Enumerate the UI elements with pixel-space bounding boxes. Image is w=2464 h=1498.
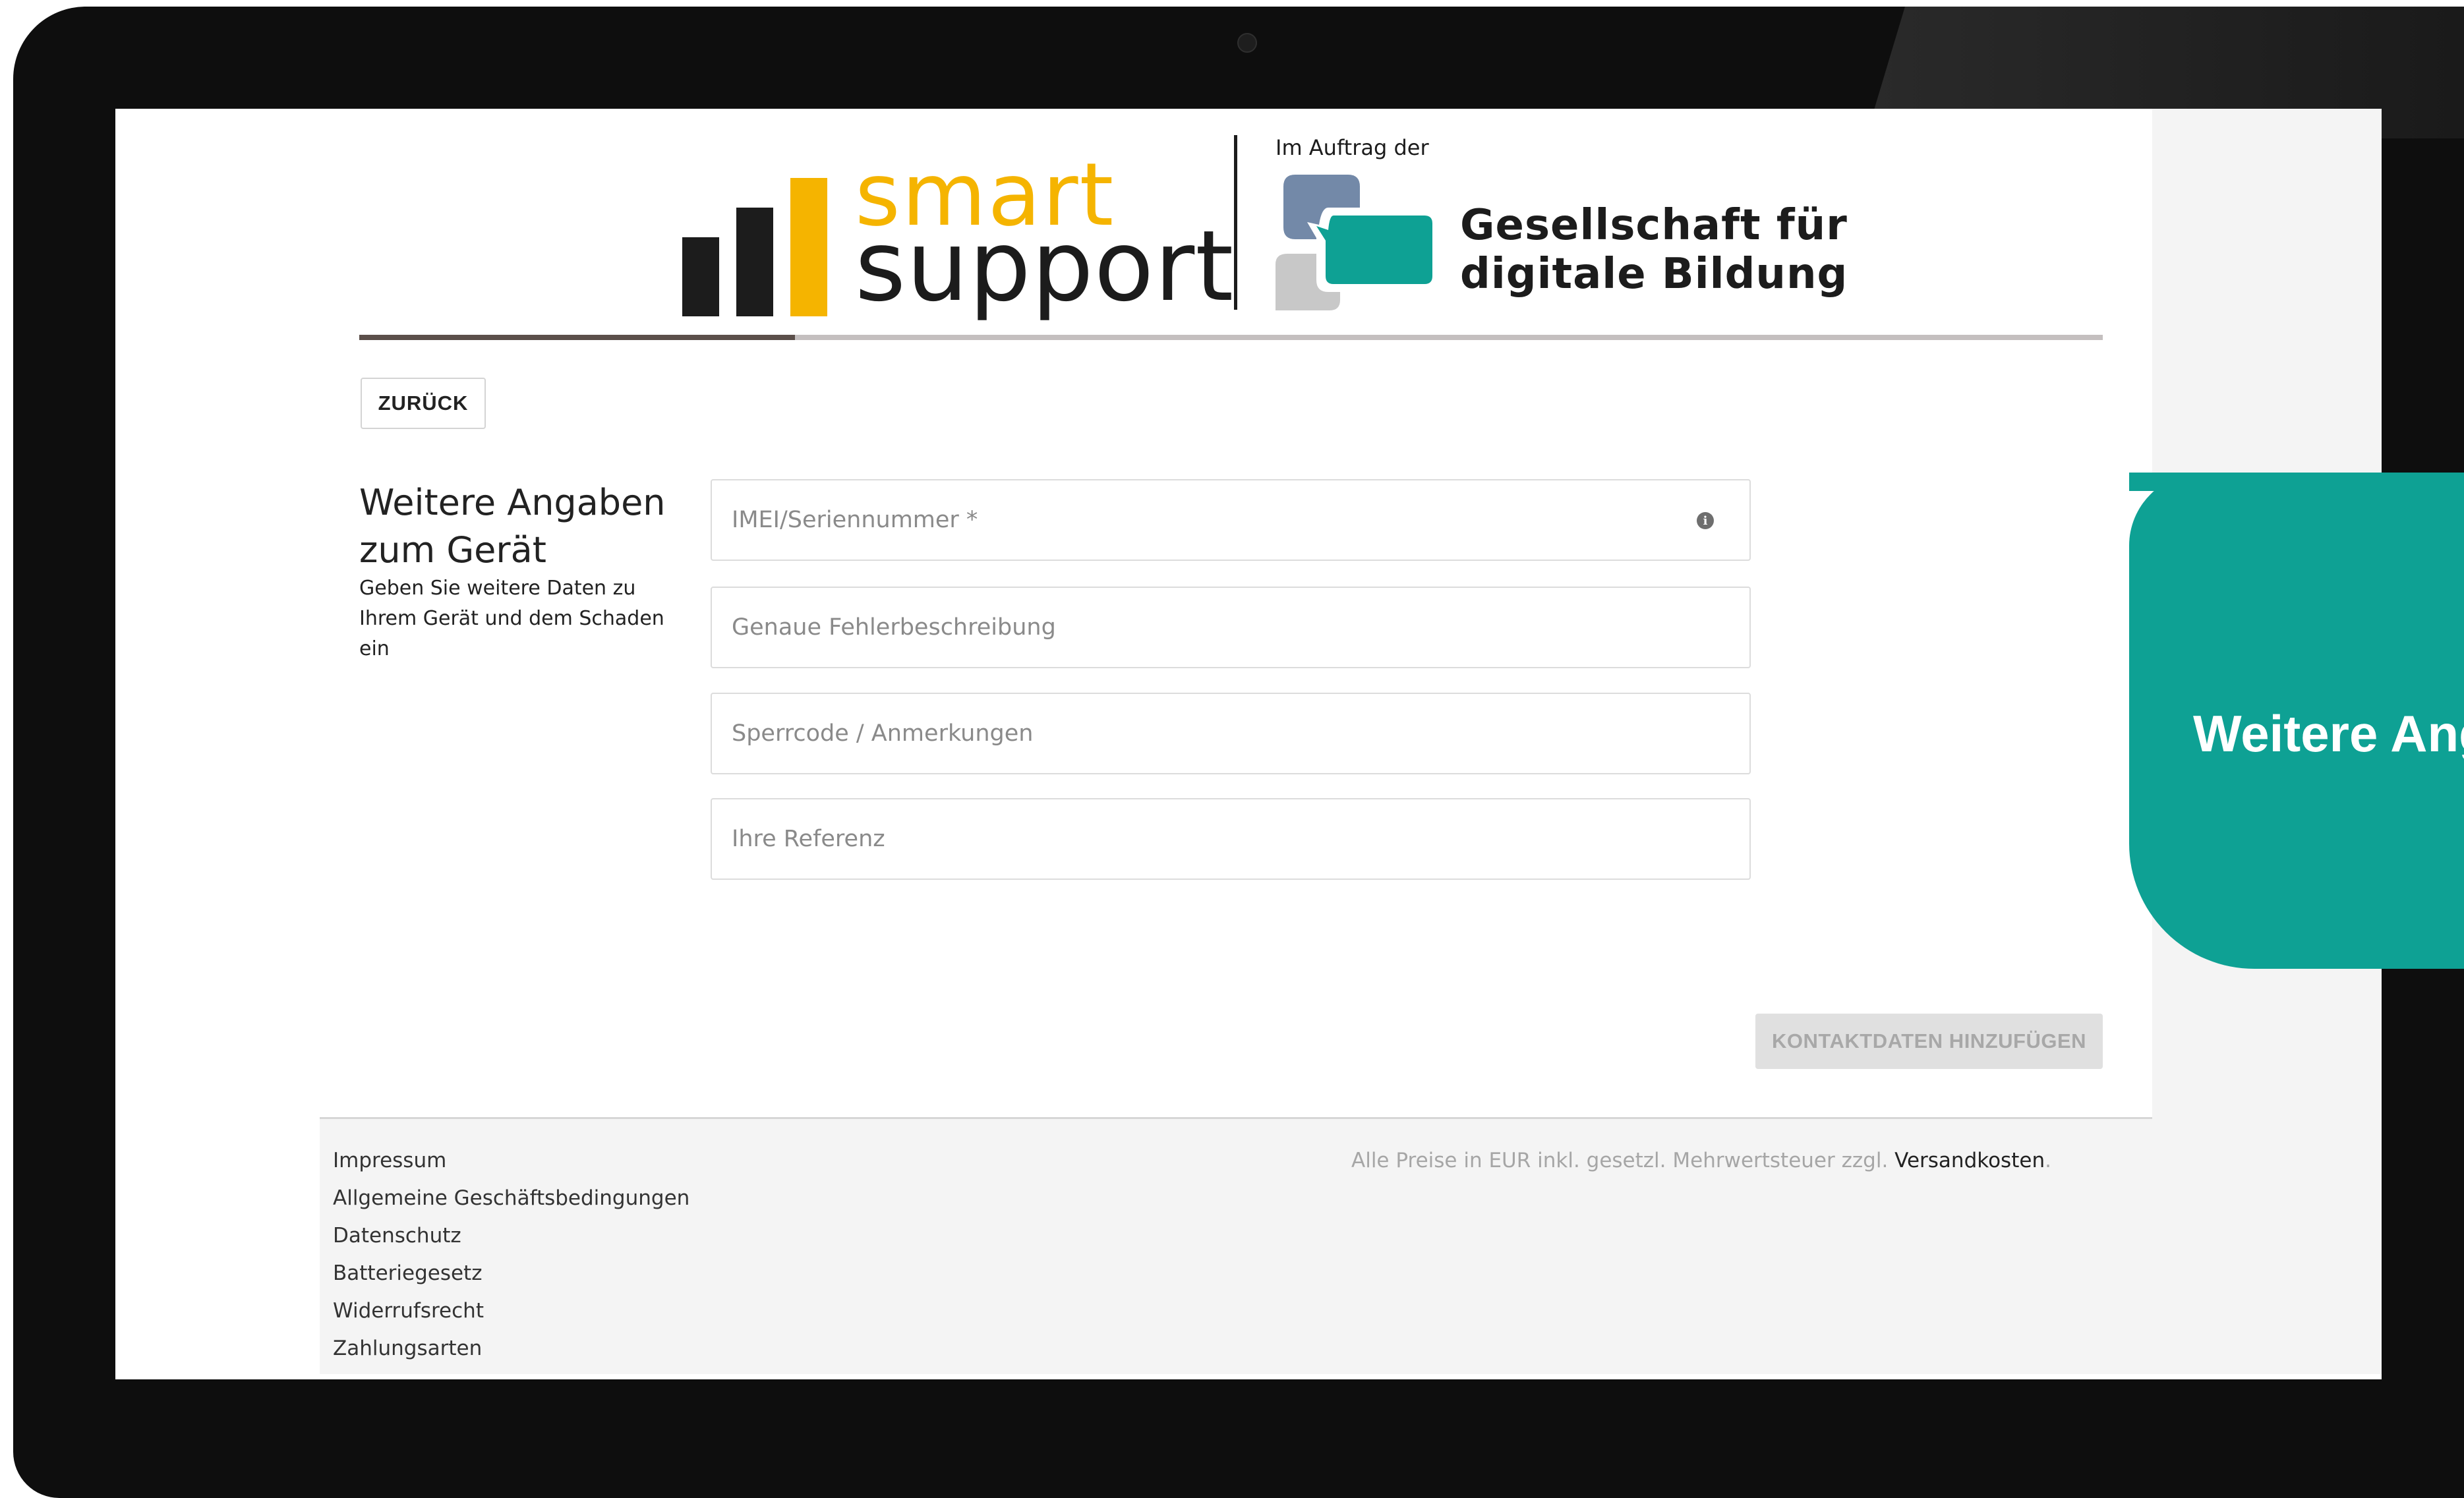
logo-word-support: support <box>855 210 1235 323</box>
price-note: Alle Preise in EUR inkl. gesetzl. Mehrwe… <box>1351 1142 2051 1180</box>
camera-icon <box>1237 33 1257 53</box>
footer-link-batteriegesetz[interactable]: Batteriegesetz <box>333 1255 689 1292</box>
footer-link-widerrufsrecht[interactable]: Widerrufsrecht <box>333 1292 689 1330</box>
shipping-link[interactable]: Versandkosten <box>1894 1149 2045 1172</box>
error-description-field[interactable] <box>711 587 1751 668</box>
logo-bar <box>682 237 719 316</box>
gfdb-wordmark: Gesellschaft für digitale Bildung <box>1460 201 1848 299</box>
footer-link-impressum[interactable]: Impressum <box>333 1142 689 1180</box>
tablet-screen: smart support Im Auftrag der Gesellschaf… <box>115 109 2382 1379</box>
logo-divider <box>1234 135 1237 310</box>
speech-bubbles-icon <box>1276 175 1439 310</box>
auftrag-label: Im Auftrag der <box>1276 135 1429 160</box>
info-icon[interactable]: i <box>1697 512 1714 529</box>
price-note-trailing: . <box>2045 1149 2051 1172</box>
footer-links: Impressum Allgemeine Geschäftsbedingunge… <box>333 1142 689 1368</box>
price-note-text: Alle Preise in EUR inkl. gesetzl. Mehrwe… <box>1351 1149 1895 1172</box>
logo-bar <box>790 178 827 316</box>
add-contact-button[interactable]: KONTAKTDATEN HINZUFÜGEN <box>1755 1014 2103 1069</box>
gfdb-logo[interactable]: Im Auftrag der Gesellschaft für digitale… <box>1276 135 1869 313</box>
logo-bar <box>736 208 773 316</box>
reference-input[interactable] <box>712 799 1749 879</box>
page: smart support Im Auftrag der Gesellschaf… <box>115 109 2152 1117</box>
bar-chart-icon <box>682 178 827 316</box>
gfdb-line1: Gesellschaft für <box>1460 201 1848 250</box>
lock-code-field[interactable] <box>711 693 1751 774</box>
footer-link-zahlungsarten[interactable]: Zahlungsarten <box>333 1330 689 1368</box>
error-description-input[interactable] <box>712 588 1749 667</box>
teal-callout-label: Weitere Ang <box>2193 705 2464 763</box>
progress-bar <box>359 335 2103 340</box>
imei-field[interactable]: i <box>711 479 1751 561</box>
footer-link-datenschutz[interactable]: Datenschutz <box>333 1217 689 1255</box>
gfdb-line2: digitale Bildung <box>1460 250 1848 299</box>
footer: Impressum Allgemeine Geschäftsbedingunge… <box>320 1117 2152 1374</box>
smart-support-logo[interactable]: smart support <box>682 145 1308 316</box>
footer-link-agb[interactable]: Allgemeine Geschäftsbedingungen <box>333 1180 689 1217</box>
imei-input[interactable] <box>712 480 1749 560</box>
back-button[interactable]: ZURÜCK <box>361 378 486 429</box>
section-subtitle: Geben Sie weitere Daten zu Ihrem Gerät u… <box>359 577 664 660</box>
progress-fill <box>359 335 796 340</box>
section-title: Weitere Angaben zum Gerät <box>359 482 666 571</box>
lock-code-input[interactable] <box>712 694 1749 773</box>
reference-field[interactable] <box>711 798 1751 880</box>
